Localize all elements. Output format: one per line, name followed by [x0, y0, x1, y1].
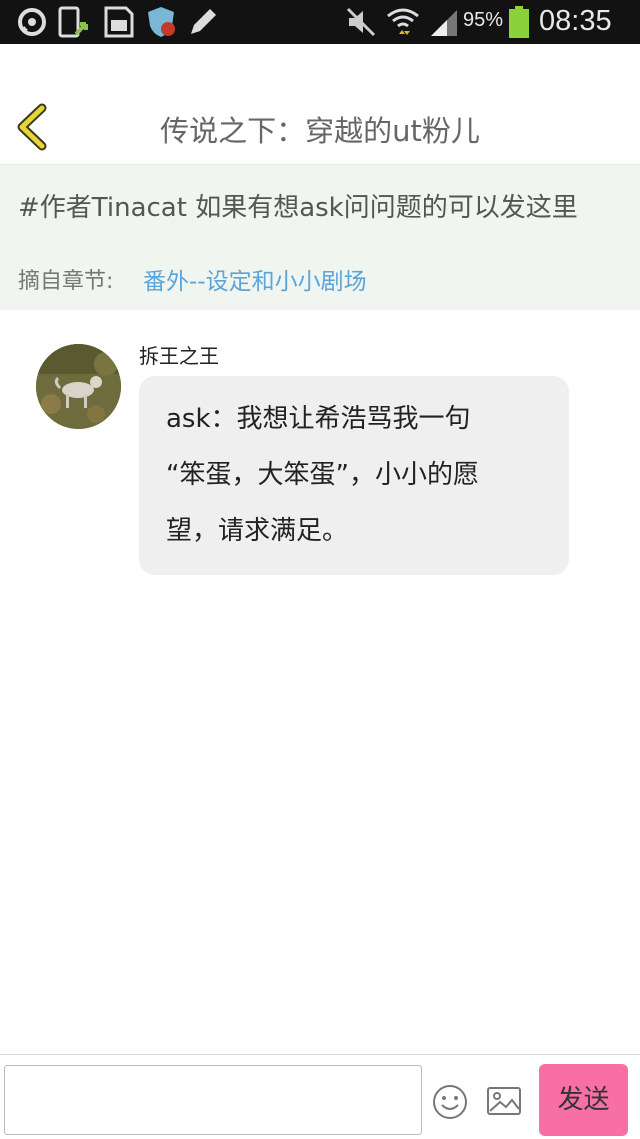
back-button[interactable]	[10, 102, 56, 152]
wifi-icon	[385, 4, 421, 40]
image-button[interactable]	[485, 1083, 523, 1119]
status-time: 08:35	[539, 5, 612, 37]
emoji-button[interactable]	[431, 1083, 469, 1121]
status-bar: 95% 08:35	[0, 0, 640, 44]
message-bubble: ask：我想让希浩骂我一句 “笨蛋，大笨蛋”，小小的愿 望，请求满足。	[139, 376, 569, 575]
chapter-label: 摘自章节:	[18, 269, 114, 294]
header: 传说之下：穿越的ut粉儿	[0, 44, 640, 164]
username: 拆王之王	[139, 344, 219, 368]
chat-icon	[14, 4, 50, 40]
page-title: 传说之下：穿越的ut粉儿	[160, 114, 480, 148]
signal-icon	[425, 4, 461, 40]
image-icon	[487, 1087, 521, 1115]
message-input[interactable]	[4, 1065, 422, 1135]
message-line: 望，请求满足。	[166, 516, 349, 546]
chevron-left-icon	[17, 103, 47, 151]
send-button[interactable]: 发送	[539, 1064, 628, 1136]
smiley-icon	[433, 1085, 467, 1119]
input-bar: 发送	[0, 1054, 640, 1139]
shield-icon	[143, 4, 179, 40]
topic-panel: #作者Tinacat 如果有想ask问问题的可以发这里 摘自章节: 番外--设定…	[0, 164, 640, 310]
message-line: “笨蛋，大笨蛋”，小小的愿	[166, 460, 479, 490]
topic-text: #作者Tinacat 如果有想ask问问题的可以发这里	[18, 193, 578, 223]
chapter-link[interactable]: 番外--设定和小小剧场	[143, 262, 367, 296]
mute-icon	[343, 4, 379, 40]
battery-icon	[508, 6, 530, 38]
battery-percent: 95%	[463, 9, 504, 31]
phone-sync-icon	[56, 4, 92, 40]
sd-card-icon	[100, 4, 136, 40]
avatar[interactable]	[36, 344, 121, 429]
pencil-icon	[185, 4, 221, 40]
message-line: ask：我想让希浩骂我一句	[166, 404, 471, 434]
